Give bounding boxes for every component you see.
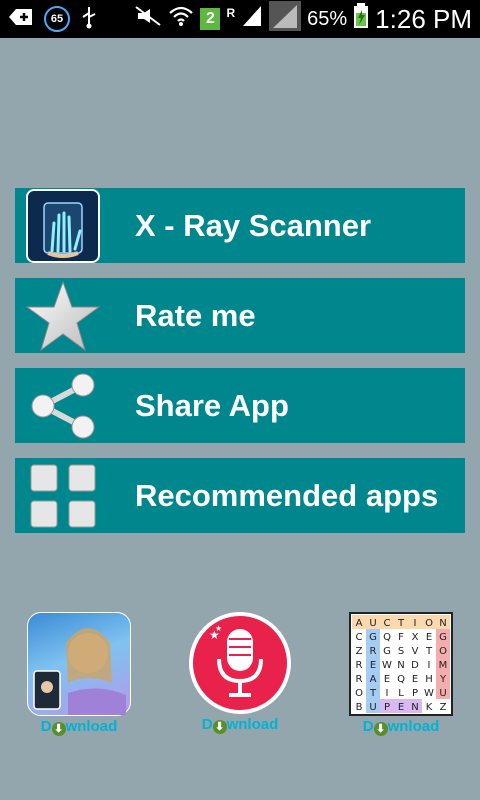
grid-letter: N <box>439 618 446 629</box>
grid-letter: E <box>398 702 404 713</box>
grid-letter: G <box>369 632 377 643</box>
grid-letter: E <box>426 632 432 643</box>
grid-letter: T <box>425 646 433 657</box>
roaming-indicator: R <box>226 6 236 20</box>
grid-letter: E <box>384 674 390 685</box>
grid-letter: R <box>356 674 363 685</box>
status-bar-right: 2 R 65% 1:26 PM <box>134 0 472 38</box>
menu-item-label: Recommended apps <box>135 477 439 513</box>
grid-letter: K <box>426 702 433 713</box>
grid-letter: P <box>412 688 418 699</box>
signal-secondary-icon <box>269 1 302 37</box>
grid-letter: G <box>383 646 391 657</box>
grid-letter: W <box>382 660 392 671</box>
download-link[interactable]: D ⬇ wnload <box>341 718 461 736</box>
grid-letter: O <box>439 646 447 657</box>
promo-word-search[interactable]: AUCTIONCGQFXEGZRGSVTOREWNDIMRAEQEHYOTILP… <box>341 612 461 736</box>
grid-letter: I <box>428 660 431 671</box>
download-label-prefix: D <box>201 716 213 733</box>
share-icon <box>15 368 111 443</box>
download-label-suffix: wnload <box>65 718 118 735</box>
clock: 1:26 PM <box>375 3 472 34</box>
grid-letter: X <box>412 632 419 643</box>
xray-hand-icon <box>15 188 111 263</box>
menu-item-label: Share App <box>135 387 289 423</box>
usb-icon <box>80 5 98 34</box>
grid-letter: C <box>356 632 363 643</box>
notification-count-badge: 65 <box>44 6 70 32</box>
mute-icon <box>134 5 162 33</box>
promo-voice-recorder[interactable]: ★ ★ D ⬇ wnload <box>180 612 300 734</box>
download-label-suffix: wnload <box>226 716 279 733</box>
grid-letter: U <box>369 702 376 713</box>
grid-letter: W <box>424 688 434 699</box>
photo-app-icon <box>27 612 131 716</box>
grid-letter: D <box>411 660 419 671</box>
grid-letter: T <box>369 688 377 699</box>
grid-letter: O <box>355 688 363 699</box>
grid-letter: Q <box>397 674 405 685</box>
grid-icon <box>15 458 111 533</box>
menu-item-rate-me[interactable]: Rate me <box>15 278 465 353</box>
menu-item-share-app[interactable]: Share App <box>15 368 465 443</box>
voice-recorder-icon: ★ ★ <box>189 612 291 714</box>
download-link[interactable]: D ⬇ wnload <box>180 716 300 734</box>
grid-letter: H <box>425 674 433 685</box>
signal-icon <box>241 4 263 34</box>
grid-letter: P <box>384 702 390 713</box>
menu-item-recommended-apps[interactable]: Recommended apps <box>15 458 465 533</box>
battery-percentage: 65% <box>307 7 348 30</box>
grid-letter: E <box>412 674 418 685</box>
grid-letter: U <box>369 618 376 629</box>
download-label-prefix: D <box>362 718 374 735</box>
grid-letter: N <box>411 702 418 713</box>
menu-item-label: X - Ray Scanner <box>135 207 372 243</box>
grid-letter: T <box>397 618 405 629</box>
add-notification-icon <box>8 7 34 32</box>
grid-letter: R <box>370 646 377 657</box>
grid-letter: G <box>439 632 447 643</box>
download-label-suffix: wnload <box>387 718 440 735</box>
grid-letter: N <box>397 660 404 671</box>
grid-letter: I <box>414 618 417 629</box>
grid-letter: A <box>356 618 363 629</box>
download-icon: ⬇ <box>51 722 66 736</box>
download-link[interactable]: D ⬇ wnload <box>19 718 139 736</box>
grid-letter: R <box>356 660 363 671</box>
sim-slot-badge: 2 <box>200 8 221 30</box>
download-label-prefix: D <box>40 718 52 735</box>
grid-letter: B <box>356 702 363 713</box>
grid-letter: C <box>384 618 391 629</box>
status-bar-left: 65 <box>8 0 98 38</box>
word-search-icon: AUCTIONCGQFXEGZRGSVTOREWNDIMRAEQEHYOTILP… <box>349 612 453 716</box>
menu-item-xray-scanner[interactable]: X - Ray Scanner <box>15 188 465 263</box>
grid-letter: V <box>412 646 419 657</box>
grid-letter: Y <box>439 674 447 685</box>
download-icon: ⬇ <box>212 720 227 734</box>
grid-letter: Z <box>440 702 447 713</box>
promo-photo-app[interactable]: D ⬇ wnload <box>19 612 139 736</box>
wifi-icon <box>168 5 194 33</box>
grid-letter: U <box>439 688 446 699</box>
download-icon: ⬇ <box>373 722 388 736</box>
status-bar: 65 2 R 65% 1:26 PM <box>0 0 480 38</box>
grid-letter: A <box>370 674 377 685</box>
svg-text:★: ★ <box>215 625 222 633</box>
grid-letter: Q <box>383 632 391 643</box>
grid-letter: S <box>398 646 404 657</box>
grid-letter: L <box>398 688 404 699</box>
grid-letter: M <box>439 660 448 671</box>
star-icon <box>15 278 111 353</box>
grid-letter: O <box>425 618 433 629</box>
grid-letter: I <box>386 688 389 699</box>
grid-letter: Z <box>356 646 363 657</box>
grid-letter: E <box>370 660 376 671</box>
grid-letter: F <box>398 632 404 643</box>
menu-item-label: Rate me <box>135 297 256 333</box>
battery-charging-icon <box>353 3 369 35</box>
